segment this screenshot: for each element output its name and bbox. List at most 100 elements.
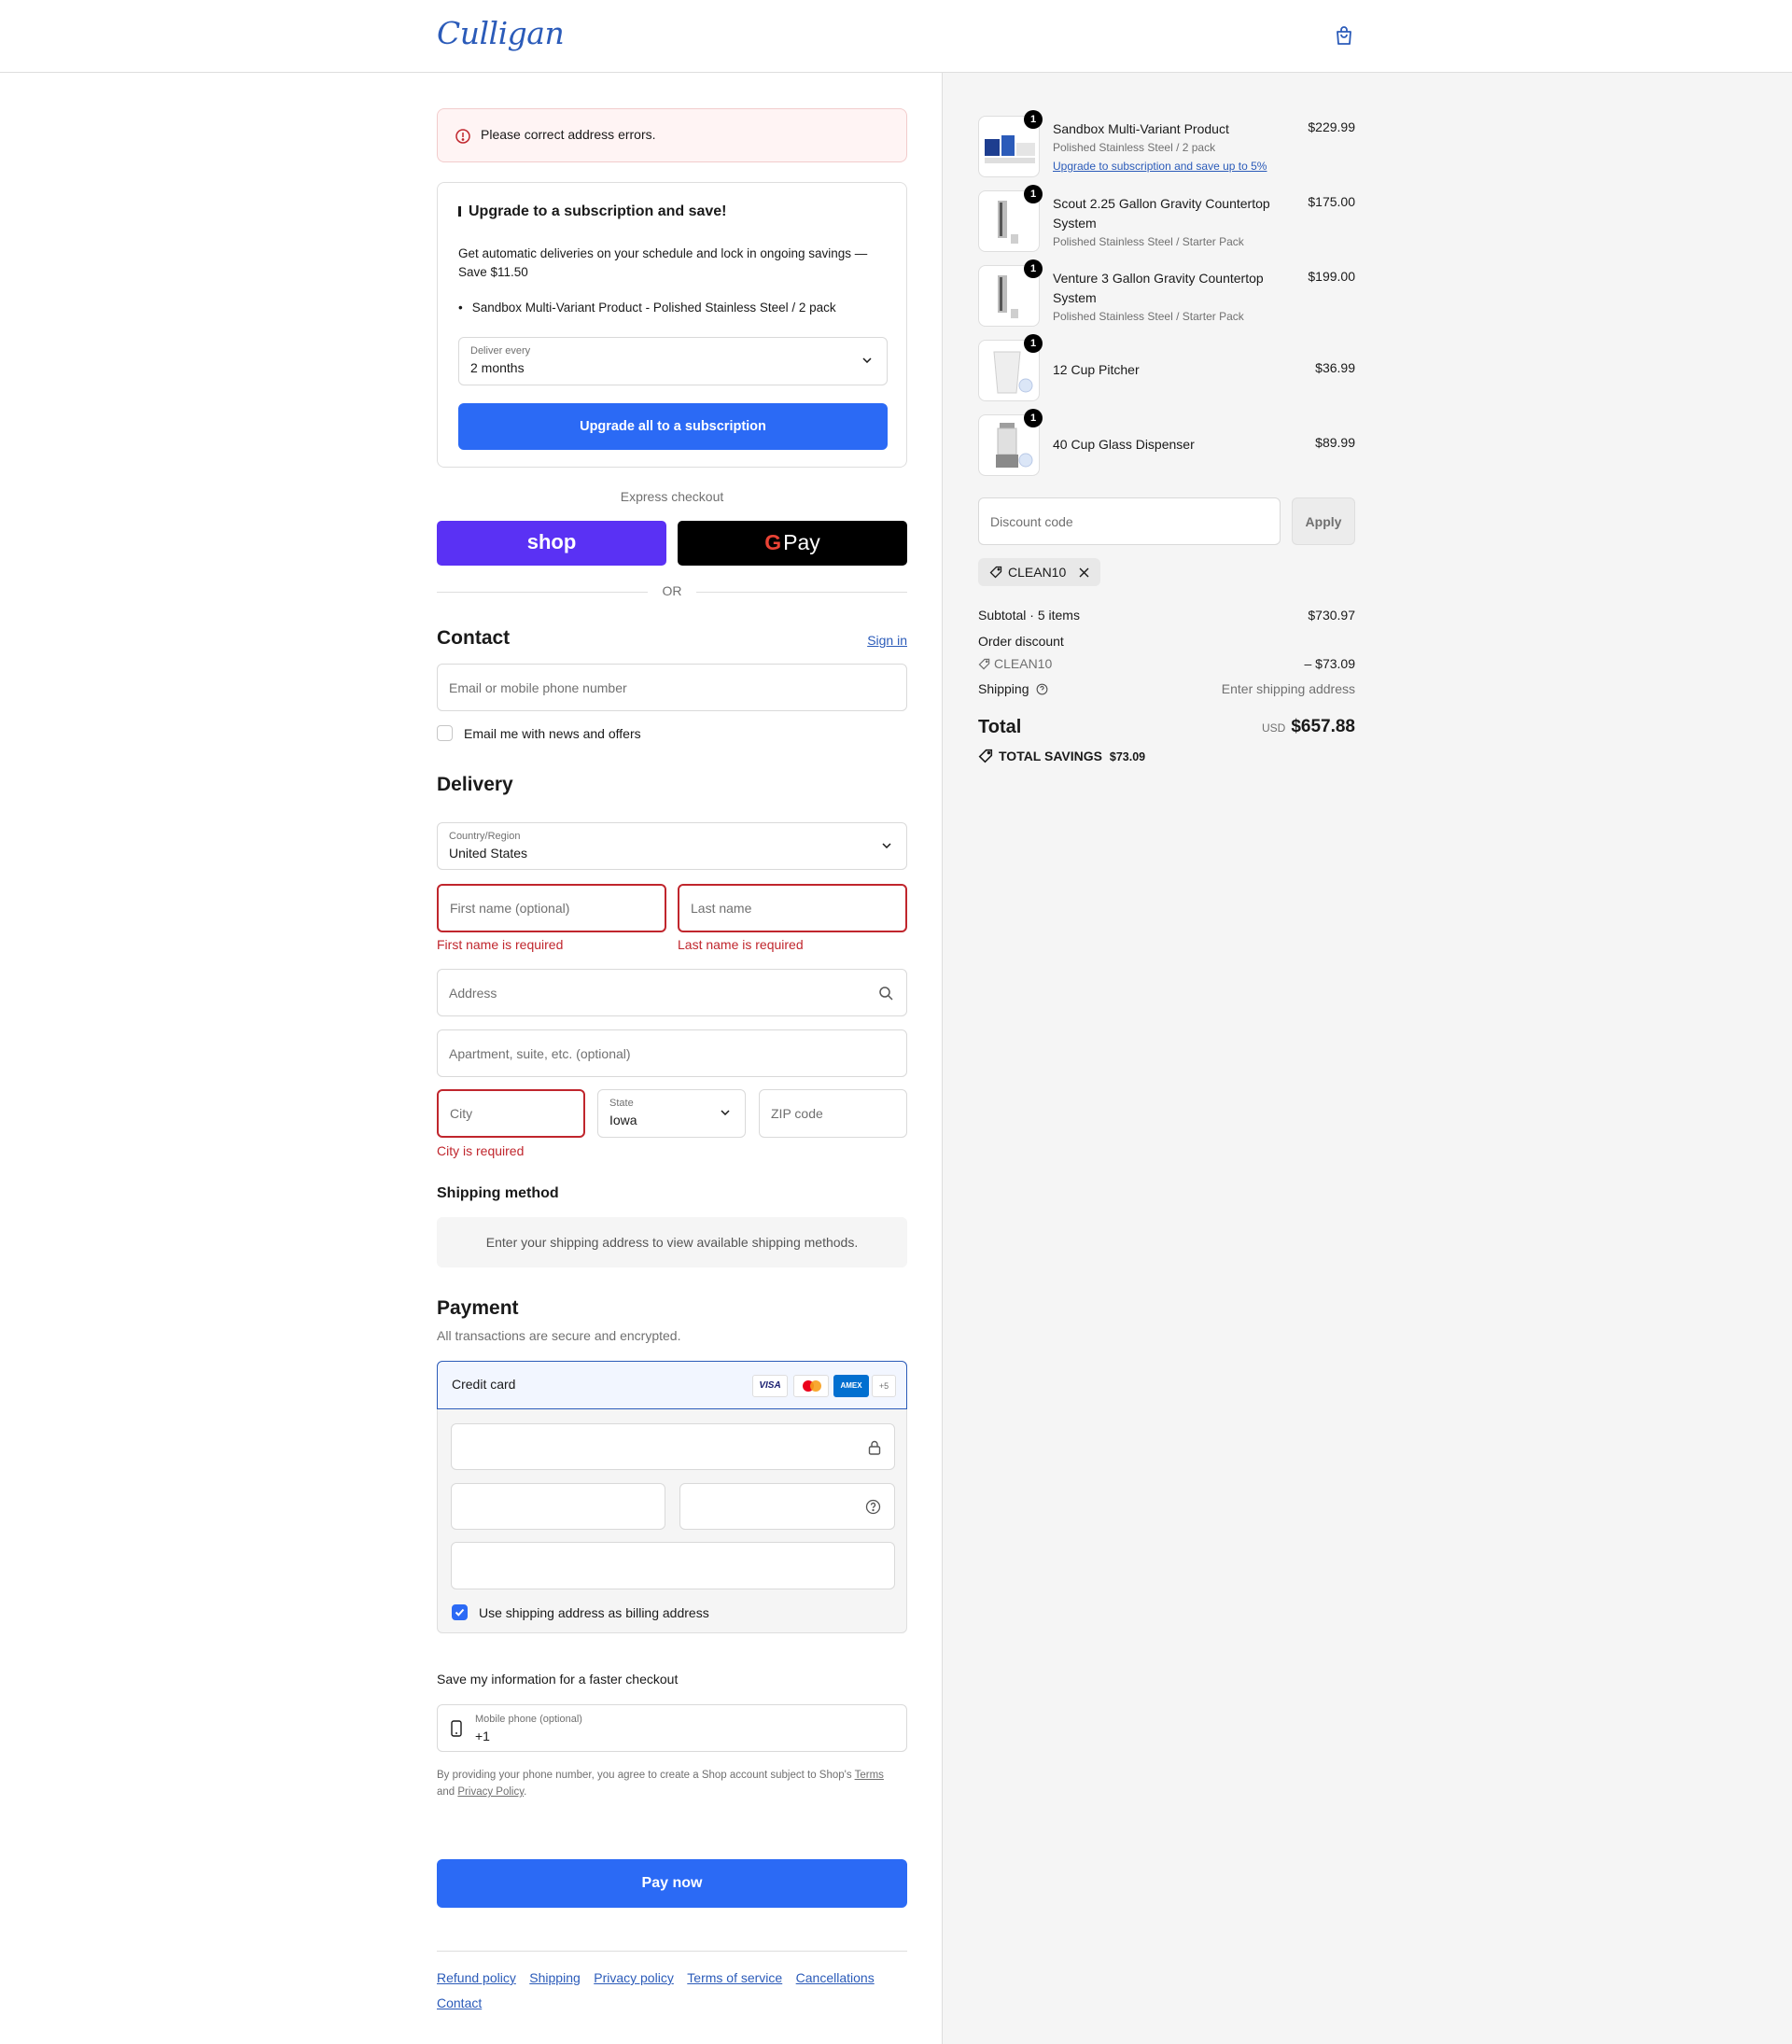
upgrade-subscription-button[interactable]: Upgrade all to a subscription bbox=[458, 403, 888, 450]
item-details: Scout 2.25 Gallon Gravity Countertop Sys… bbox=[1053, 194, 1277, 250]
subscription-item-text: Sandbox Multi-Variant Product - Polished… bbox=[471, 301, 836, 315]
item-variant: Polished Stainless Steel / Starter Pack bbox=[1053, 310, 1244, 323]
discount-code-row: CLEAN10 – $73.09 bbox=[978, 656, 1355, 671]
shipping-row: Shipping Enter shipping address bbox=[978, 681, 1355, 696]
shipping-method-message: Enter your shipping address to view avai… bbox=[437, 1217, 907, 1267]
quantity-badge: 1 bbox=[1024, 185, 1043, 203]
last-name-field[interactable]: Last name bbox=[678, 884, 907, 932]
header: Culligan bbox=[0, 0, 1792, 73]
deliver-every-value: 2 months bbox=[470, 360, 525, 375]
name-on-card-field[interactable] bbox=[451, 1542, 895, 1589]
line-item: 1 12 Cup Pitcher $36.99 bbox=[978, 334, 1355, 403]
city-field[interactable]: City bbox=[437, 1089, 585, 1138]
country-select[interactable]: Country/Region United States bbox=[437, 822, 907, 870]
state-select[interactable]: State Iowa bbox=[597, 1089, 746, 1138]
savings-value: $73.09 bbox=[1109, 750, 1146, 763]
pay-now-button[interactable]: Pay now bbox=[437, 1859, 907, 1908]
total-savings-row: TOTAL SAVINGS $73.09 bbox=[978, 749, 1355, 763]
address-field[interactable]: Address bbox=[437, 969, 907, 1016]
cancellations-link[interactable]: Cancellations bbox=[796, 1970, 875, 1985]
or-label: OR bbox=[662, 583, 682, 598]
tag-icon bbox=[989, 566, 1002, 579]
more-cards-badge: +5 bbox=[872, 1375, 896, 1397]
google-pay-button[interactable]: GPay bbox=[678, 521, 907, 566]
terms-link[interactable]: Terms bbox=[855, 1770, 884, 1781]
footer-divider bbox=[437, 1951, 907, 1952]
news-offers-checkbox[interactable] bbox=[437, 725, 453, 741]
shipping-link[interactable]: Shipping bbox=[529, 1970, 581, 1985]
subscription-title: Upgrade to a subscription and save! bbox=[458, 203, 727, 220]
card-number-field[interactable] bbox=[451, 1423, 895, 1470]
subtotal-row: Subtotal · 5 items $730.97 bbox=[978, 608, 1355, 623]
help-circle-icon[interactable] bbox=[865, 1499, 881, 1515]
first-name-field[interactable]: First name (optional) bbox=[437, 884, 666, 932]
gpay-label: Pay bbox=[783, 530, 820, 554]
item-variant: Polished Stainless Steel / 2 pack bbox=[1053, 141, 1216, 154]
sign-in-link[interactable]: Sign in bbox=[867, 633, 907, 648]
expiration-date-field[interactable] bbox=[451, 1483, 665, 1530]
terms-of-service-link[interactable]: Terms of service bbox=[687, 1970, 782, 1985]
savings-label: TOTAL SAVINGS bbox=[999, 749, 1102, 763]
item-details: Venture 3 Gallon Gravity Countertop Syst… bbox=[1053, 269, 1277, 325]
payment-heading: Payment bbox=[437, 1297, 519, 1319]
error-circle-icon bbox=[455, 129, 470, 144]
total-amount: USD $657.88 bbox=[1262, 717, 1355, 737]
subtotal-value: $730.97 bbox=[1308, 608, 1355, 623]
mobile-phone-icon bbox=[451, 1720, 462, 1737]
line-item: 1 Scout 2.25 Gallon Gravity Countertop S… bbox=[978, 185, 1355, 254]
lock-icon bbox=[868, 1440, 881, 1455]
apply-discount-button[interactable]: Apply bbox=[1292, 497, 1355, 545]
state-value: Iowa bbox=[609, 1113, 637, 1127]
billing-address-label: Use shipping address as billing address bbox=[479, 1605, 709, 1620]
subscription-upgrade-card: Upgrade to a subscription and save! Get … bbox=[437, 182, 907, 468]
address-error-alert: Please correct address errors. bbox=[437, 108, 907, 162]
item-price: $229.99 bbox=[1308, 119, 1355, 134]
amex-icon: AMEX bbox=[833, 1375, 869, 1397]
legal-prefix: By providing your phone number, you agre… bbox=[437, 1770, 852, 1781]
footer-links: Refund policy Shipping Privacy policy Te… bbox=[437, 1966, 907, 2016]
first-name-error: First name is required bbox=[437, 937, 564, 952]
quantity-badge: 1 bbox=[1024, 259, 1043, 278]
contact-link[interactable]: Contact bbox=[437, 1995, 482, 2010]
shopping-bag-icon[interactable] bbox=[1333, 24, 1355, 47]
legal-and: and bbox=[437, 1786, 455, 1798]
upgrade-subscription-link[interactable]: Upgrade to subscription and save up to 5… bbox=[1053, 160, 1267, 173]
refund-policy-link[interactable]: Refund policy bbox=[437, 1970, 516, 1985]
subscription-item: Sandbox Multi-Variant Product - Polished… bbox=[458, 301, 836, 315]
save-info-heading: Save my information for a faster checkou… bbox=[437, 1672, 679, 1687]
security-code-field[interactable] bbox=[679, 1483, 895, 1530]
email-placeholder: Email or mobile phone number bbox=[449, 679, 627, 695]
deliver-every-label: Deliver every bbox=[470, 345, 531, 357]
country-label: Country/Region bbox=[449, 831, 521, 842]
discount-code-field[interactable]: Discount code bbox=[978, 497, 1281, 545]
shop-pay-button[interactable]: shop bbox=[437, 521, 666, 566]
item-name: 12 Cup Pitcher bbox=[1053, 362, 1140, 377]
close-icon[interactable] bbox=[1079, 567, 1089, 578]
email-field[interactable]: Email or mobile phone number bbox=[437, 664, 907, 711]
title-bar bbox=[458, 206, 461, 217]
privacy-policy-link[interactable]: Privacy Policy bbox=[457, 1786, 524, 1798]
culligan-logo[interactable]: Culligan bbox=[437, 15, 565, 51]
deliver-every-select[interactable]: Deliver every 2 months bbox=[458, 337, 888, 385]
mobile-phone-field[interactable]: Mobile phone (optional) +1 bbox=[437, 1704, 907, 1752]
line-item: 1 Sandbox Multi-Variant Product Polished… bbox=[978, 110, 1355, 179]
credit-card-panel: Credit card VISA AMEX +5 Use shipping ad… bbox=[437, 1361, 907, 1633]
apartment-field[interactable]: Apartment, suite, etc. (optional) bbox=[437, 1029, 907, 1077]
tag-icon bbox=[978, 658, 990, 670]
checkmark-icon bbox=[455, 1608, 465, 1617]
privacy-policy-footer-link[interactable]: Privacy policy bbox=[594, 1970, 674, 1985]
google-g-icon: G bbox=[764, 530, 782, 554]
billing-address-checkbox[interactable] bbox=[452, 1604, 468, 1620]
total-label: Total bbox=[978, 717, 1022, 737]
express-checkout-label: Express checkout bbox=[620, 489, 724, 504]
country-value: United States bbox=[449, 846, 528, 861]
zip-field[interactable]: ZIP code bbox=[759, 1089, 907, 1138]
apartment-placeholder: Apartment, suite, etc. (optional) bbox=[449, 1045, 631, 1061]
help-circle-icon[interactable] bbox=[1036, 683, 1048, 695]
mastercard-circles-icon bbox=[803, 1380, 821, 1392]
shipping-method-heading: Shipping method bbox=[437, 1185, 559, 1201]
item-price: $175.00 bbox=[1308, 194, 1355, 209]
credit-card-option[interactable]: Credit card VISA AMEX +5 bbox=[437, 1361, 907, 1409]
discount-value: – $73.09 bbox=[1304, 656, 1356, 671]
total-value: $657.88 bbox=[1291, 717, 1355, 736]
